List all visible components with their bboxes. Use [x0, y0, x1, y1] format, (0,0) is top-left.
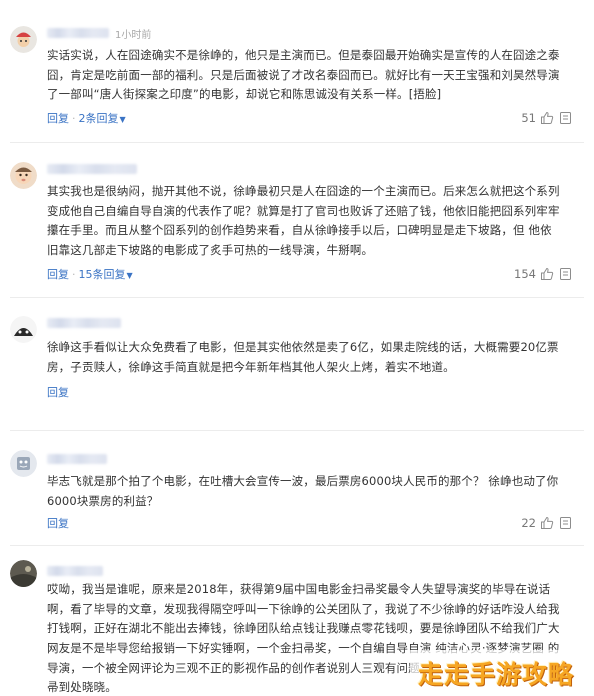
- username-blurred[interactable]: [47, 318, 121, 328]
- comment-line: 毕志飞就是那个拍了个电影，在吐槽大会宣传一波，最后票房6000块人民币的那个？ …: [47, 474, 559, 488]
- more-options-icon[interactable]: [560, 112, 571, 124]
- reply-button[interactable]: 回复: [47, 112, 69, 125]
- more-options-icon[interactable]: [560, 268, 571, 280]
- comment-line: 其实我也是很纳闷，抛开其他不说，徐峥最初只是人在囧途的一个主演而已。后来怎么就把…: [47, 184, 560, 198]
- avatar[interactable]: [10, 450, 37, 477]
- comment-right-actions: 154: [514, 266, 571, 282]
- divider: [10, 297, 584, 298]
- watermark-text: 走走手游攻略: [418, 660, 575, 689]
- comment-text: 徐峥这手看似让大众免费看了电影，但是其实他依然是卖了6亿，如果走院线的话，大概需…: [47, 338, 582, 377]
- comment-line: 哎呦，我当是谁呢，原来是2018年，获得第9届中国电影金扫帚奖最令人失望导演奖的…: [47, 582, 551, 596]
- username-blurred[interactable]: [47, 454, 107, 464]
- comment-meta: 1小时前: [47, 26, 152, 41]
- comment-line: 旧靠这几部走下坡路的电影成了炙手可热的一线导演，牛掰啊。: [47, 243, 374, 258]
- comment-line: 房，子贡赎人，徐峥这手简直就是把今年新年档其他人架火上烤，着实不地道。: [47, 359, 455, 374]
- thumbs-up-icon[interactable]: [540, 111, 554, 125]
- comment-meta: [47, 316, 121, 330]
- divider: [10, 430, 584, 431]
- comment-meta: [47, 564, 103, 578]
- reply-button[interactable]: 回复: [47, 268, 69, 281]
- comment-feed: 1小时前 实话实说，人在囧途确实不是徐峥的，他只是主演而已。但是泰囧最开始确实是…: [0, 0, 594, 696]
- like-count: 154: [514, 267, 536, 281]
- comment-text: 毕志飞就是那个拍了个电影，在吐槽大会宣传一波，最后票房6000块人民币的那个？ …: [47, 472, 582, 511]
- thumbs-up-icon[interactable]: [540, 516, 554, 530]
- avatar[interactable]: [10, 560, 37, 587]
- comment-time: 1小时前: [115, 29, 152, 41]
- username-blurred[interactable]: [47, 566, 103, 576]
- view-replies-button[interactable]: 2条回复: [79, 112, 119, 125]
- more-options-icon[interactable]: [560, 517, 571, 529]
- comment-text: 其实我也是很纳闷，抛开其他不说，徐峥最初只是人在囧途的一个主演而已。后来怎么就把…: [47, 182, 582, 261]
- avatar[interactable]: [10, 162, 37, 189]
- avatar[interactable]: [10, 26, 37, 53]
- username-blurred[interactable]: [47, 28, 109, 38]
- view-replies-button[interactable]: 15条回复: [79, 268, 126, 281]
- comment-line: 了一部叫“唐人街探案之印度”的电影，却说它和陈思诚没有关系一样。[捂脸]: [47, 87, 442, 102]
- divider: [10, 142, 584, 143]
- chevron-down-icon: ▼: [126, 271, 133, 280]
- comment-line: 实话实说，人在囧途确实不是徐峥的，他只是主演而已。但是泰囧最开始确实是宣传的人在…: [47, 48, 560, 62]
- avatar[interactable]: [10, 316, 37, 343]
- comment-right-actions: 22: [521, 515, 571, 531]
- comment-actions: 回复 22: [47, 515, 577, 531]
- comment-actions: 回复 · 2条回复▼ 51: [47, 110, 577, 126]
- comment-line: 囧，肯定是吃前面一部的福利。只是后面被说了才改名泰囧而已。就好比有一天王宝强和刘…: [47, 67, 560, 82]
- comment-line: 攥在手里。而且从整个囧系列的创作趋势来看，自从徐峥接手以后，口碑明显是走下坡路，…: [47, 223, 552, 238]
- reply-button[interactable]: 回复: [47, 517, 69, 530]
- comment-line: 变成他自己自编自导自演的代表作了呢？就算是打了官司也败诉了还赔了钱，他依旧能把囧…: [47, 203, 560, 218]
- reply-button[interactable]: 回复: [47, 386, 69, 399]
- username-blurred[interactable]: [47, 164, 137, 174]
- chevron-down-icon: ▼: [119, 115, 126, 124]
- comment-line: 徐峥这手看似让大众免费看了电影，但是其实他依然是卖了6亿，如果走院线的话，大概需…: [47, 340, 559, 354]
- separator: ·: [72, 112, 76, 125]
- comment-line: 啊，看了毕导的文章，发现我得隔空呼叫一下徐峥的公关团队了，我说了不少徐峥的好话咋…: [47, 601, 560, 616]
- comment-right-actions: 51: [521, 110, 571, 126]
- like-count: 51: [521, 111, 536, 125]
- comment-line: 打钱啊，正好在湖北不能出去捧钱，徐峥团队给点钱让我赚点零花钱呗，要是徐峥团队不给…: [47, 621, 560, 636]
- comment-actions: 回复: [47, 384, 577, 400]
- comment-meta: [47, 452, 107, 466]
- comment-meta: [47, 162, 137, 176]
- divider: [10, 545, 584, 546]
- comment-line: 6000块票房的利益？: [47, 493, 159, 508]
- thumbs-up-icon[interactable]: [540, 267, 554, 281]
- separator: ·: [72, 268, 76, 281]
- comment-actions: 回复 · 15条回复▼ 154: [47, 266, 577, 282]
- like-count: 22: [521, 516, 536, 530]
- comment-text: 实话实说，人在囧途确实不是徐峥的，他只是主演而已。但是泰囧最开始确实是宣传的人在…: [47, 46, 582, 105]
